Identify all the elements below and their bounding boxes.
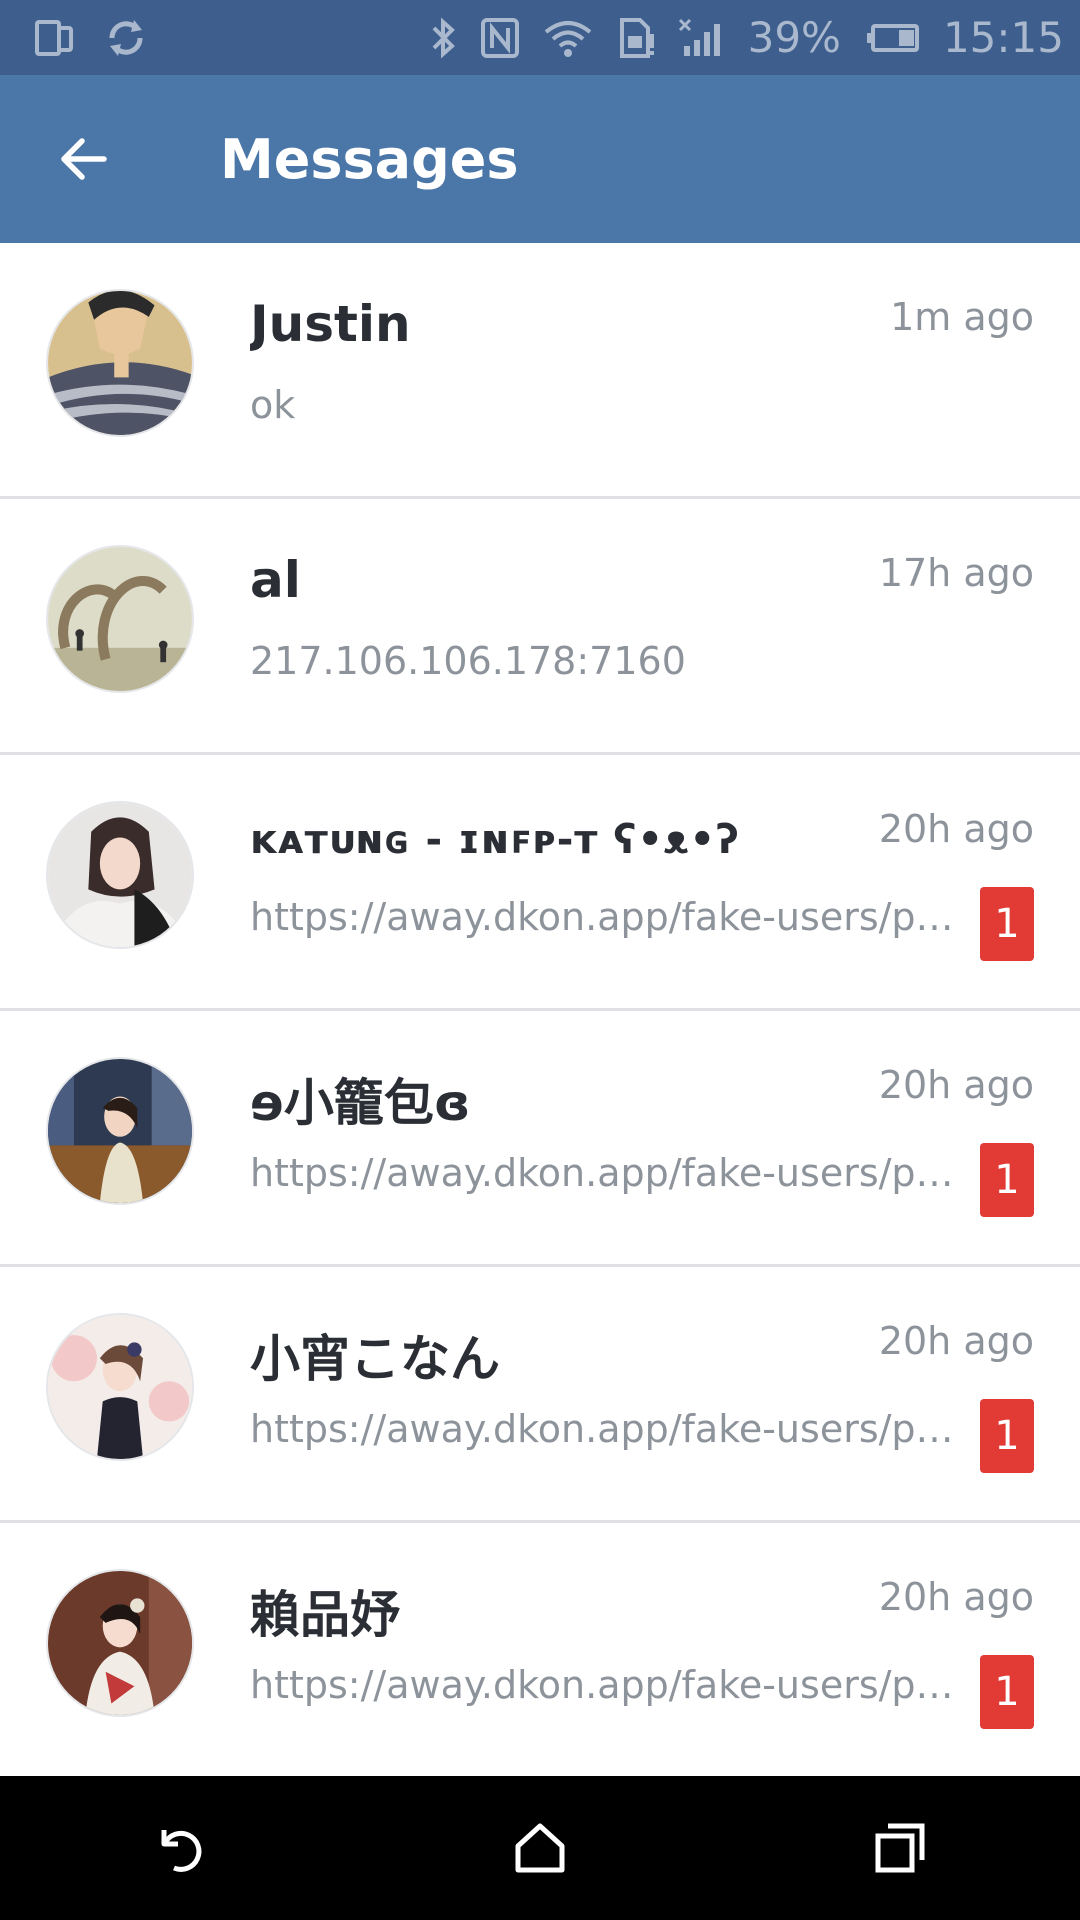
unread-badge: 1 — [980, 887, 1034, 961]
clock: 15:15 — [942, 13, 1064, 62]
wifi-icon — [542, 16, 594, 60]
message-time: 20h ago — [878, 1063, 1034, 1107]
avatar — [46, 289, 194, 437]
arrow-left-icon — [61, 138, 107, 180]
message-time: 1m ago — [890, 295, 1034, 339]
conversation-item[interactable]: ɘ小籠包ɞ 20h ago https://away.dkon.app/fake… — [0, 1011, 1080, 1267]
conversation-list: Justin 1m ago ok al 17h ago 217.106.106.… — [0, 243, 1080, 1779]
nav-home-icon — [515, 1823, 565, 1873]
conversation-item[interactable]: al 17h ago 217.106.106.178:7160 — [0, 499, 1080, 755]
message-time: 20h ago — [878, 807, 1034, 851]
sync-icon — [104, 16, 148, 60]
unread-badge: 1 — [980, 1143, 1034, 1217]
signal-icon — [678, 16, 726, 60]
nfc-icon — [480, 16, 520, 60]
sim-card-icon — [616, 16, 656, 60]
battery-icon — [863, 16, 921, 60]
contact-name: 賴品妤 — [250, 1586, 400, 1644]
avatar — [46, 545, 194, 693]
multiwindow-icon — [34, 16, 74, 60]
contact-name: Justin — [250, 295, 411, 353]
app-bar: Messages — [0, 75, 1080, 243]
system-nav-bar — [0, 1776, 1080, 1920]
conversation-item[interactable]: 小宵こなん 20h ago https://away.dkon.app/fake… — [0, 1267, 1080, 1523]
message-time: 20h ago — [878, 1319, 1034, 1363]
status-bar: 39% 15:15 — [0, 0, 1080, 75]
message-time: 20h ago — [878, 1575, 1034, 1619]
message-preview: ok — [250, 383, 296, 427]
nav-home-button[interactable] — [480, 1788, 600, 1908]
nav-back-button[interactable] — [120, 1788, 240, 1908]
conversation-item[interactable]: Justin 1m ago ok — [0, 243, 1080, 499]
page-title: Messages — [220, 127, 519, 191]
avatar — [46, 1313, 194, 1461]
conversation-item[interactable]: ᴋᴀᴛᴜɴɢ - ɪɴꜰᴘ-ᴛ ʕ•ᴥ•ʔ 20h ago https://aw… — [0, 755, 1080, 1011]
contact-name: ᴋᴀᴛᴜɴɢ - ɪɴꜰᴘ-ᴛ ʕ•ᴥ•ʔ — [250, 817, 740, 863]
conversation-item[interactable]: 賴品妤 20h ago https://away.dkon.app/fake-u… — [0, 1523, 1080, 1779]
battery-percent: 39% — [747, 13, 841, 62]
unread-badge: 1 — [980, 1655, 1034, 1729]
contact-name: al — [250, 551, 301, 609]
back-button[interactable] — [36, 111, 132, 207]
contact-name: 小宵こなん — [250, 1330, 500, 1388]
bluetooth-icon — [428, 16, 458, 60]
unread-badge: 1 — [980, 1399, 1034, 1473]
nav-recents-icon — [875, 1823, 925, 1873]
avatar — [46, 1057, 194, 1205]
message-preview: https://away.dkon.app/fake-users/po... — [250, 895, 970, 939]
message-preview: 217.106.106.178:7160 — [250, 639, 686, 683]
message-time: 17h ago — [878, 551, 1034, 595]
message-preview: https://away.dkon.app/fake-users/po... — [250, 1151, 970, 1195]
nav-recents-button[interactable] — [840, 1788, 960, 1908]
message-preview: https://away.dkon.app/fake-users/po... — [250, 1407, 970, 1451]
message-preview: https://away.dkon.app/fake-users/po... — [250, 1663, 970, 1707]
contact-name: ɘ小籠包ɞ — [250, 1074, 471, 1132]
avatar — [46, 801, 194, 949]
avatar — [46, 1569, 194, 1717]
nav-back-icon — [161, 1830, 202, 1872]
